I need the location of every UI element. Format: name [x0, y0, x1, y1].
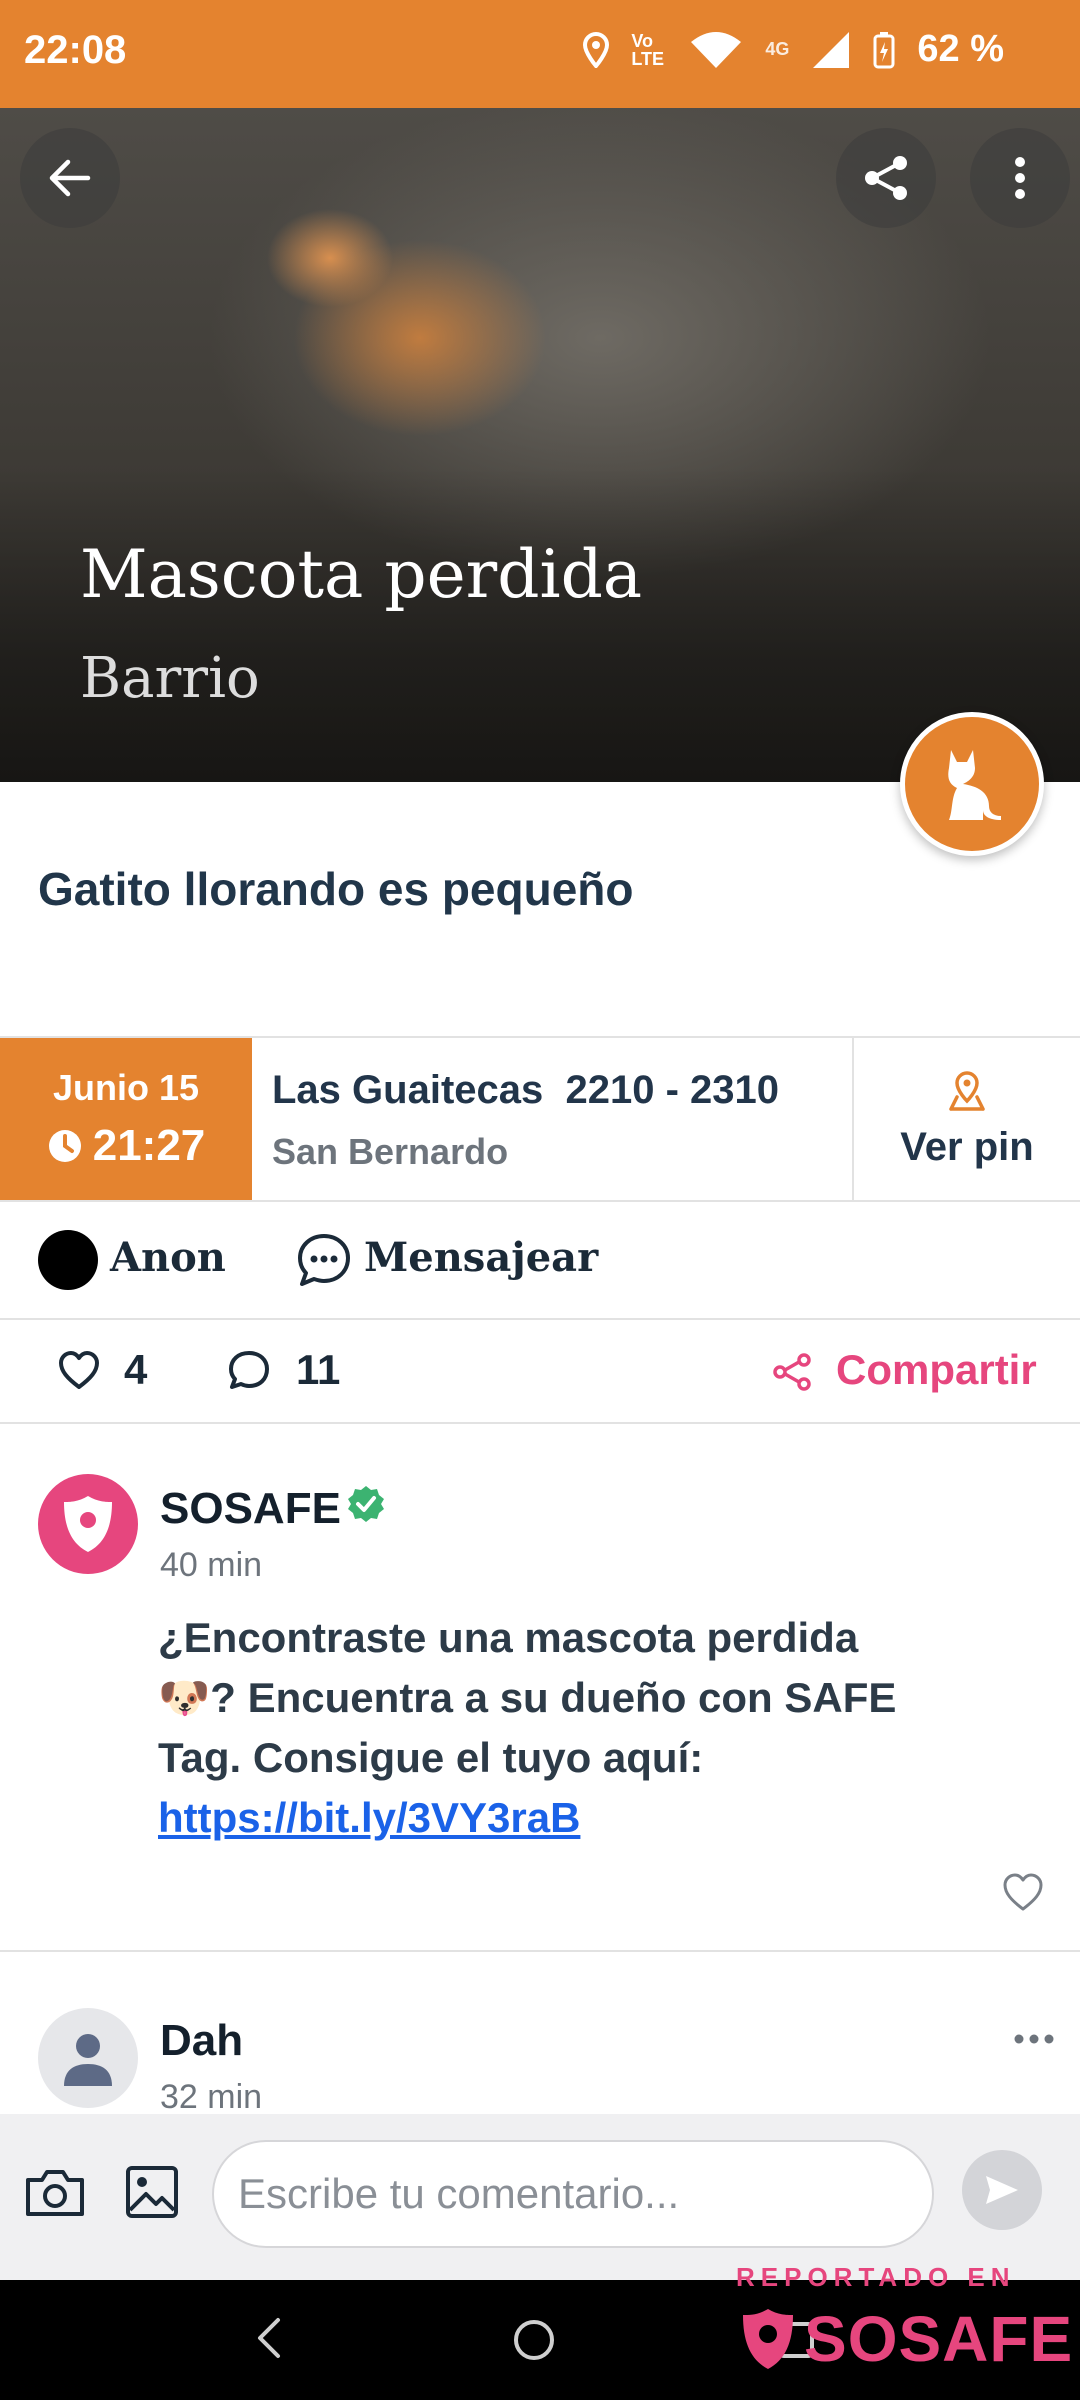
author-name[interactable]: Anon: [110, 1234, 226, 1281]
camera-icon: [26, 2170, 84, 2216]
address-block: Las Guaitecas 2210 - 2310 San Bernardo: [272, 1068, 779, 1173]
share-icon-small[interactable]: [772, 1352, 812, 1397]
watermark-brand: SOSAFE: [804, 2303, 1074, 2375]
status-time: 22:08: [24, 28, 127, 72]
signal-icon: [813, 31, 850, 68]
category-badge: [900, 712, 1044, 856]
volte-label: Vo LTE: [631, 30, 665, 69]
hero-image: Mascota perdida Barrio: [0, 108, 1080, 782]
back-button[interactable]: [20, 128, 120, 228]
comment-link[interactable]: https://bit.ly/3VY3raB: [158, 1794, 580, 1841]
post-time-wrap: 21:27: [47, 1121, 206, 1171]
gallery-button[interactable]: [124, 2164, 180, 2225]
status-bar: 22:08 Vo LTE 4G 62 %: [0, 0, 1080, 108]
share-label[interactable]: Compartir: [836, 1346, 1037, 1394]
heart-icon: [59, 1351, 99, 1389]
sosafe-logo-icon: [743, 2309, 793, 2369]
nav-home-button[interactable]: [512, 2318, 556, 2367]
comment-divider: [0, 1950, 1080, 1952]
arrow-left-icon: [49, 159, 91, 197]
comments-button[interactable]: [228, 1350, 270, 1395]
comment-author-2: Dah: [160, 2016, 244, 2065]
camera-button[interactable]: [24, 2166, 86, 2223]
send-icon: [986, 2176, 1018, 2204]
post-info-row: Junio 15 21:27 Las Guaitecas 2210 - 2310…: [0, 1036, 1080, 1202]
more-horizontal-icon: [1014, 2034, 1054, 2044]
comment-options-button[interactable]: [1014, 2032, 1054, 2050]
user-avatar: [38, 2008, 138, 2108]
nav-home-icon: [514, 2320, 554, 2360]
watermark-logo: SOSAFE: [738, 2302, 1073, 2376]
map-pin-icon: [949, 1070, 985, 1111]
comment-time: 40 min: [160, 1546, 263, 1584]
nav-back-button[interactable]: [252, 2316, 286, 2365]
sosafe-avatar: [38, 1474, 138, 1574]
likes-count: 4: [124, 1346, 148, 1393]
heart-outline-icon: [1003, 1873, 1043, 1911]
more-options-button[interactable]: [970, 128, 1070, 228]
comment-composer: [0, 2114, 1080, 2280]
wifi-icon: [691, 31, 742, 68]
person-icon: [64, 2034, 112, 2086]
address-city: San Bernardo: [272, 1131, 509, 1172]
location-icon: [583, 31, 610, 68]
comments-count: 11: [296, 1346, 341, 1393]
comment-like-button[interactable]: [1002, 1872, 1044, 1917]
comment-text-body: ¿Encontraste una mascota perdida 🐶? Encu…: [158, 1614, 897, 1781]
message-button[interactable]: [296, 1232, 352, 1293]
watermark-caption: REPORTADO EN: [736, 2262, 1016, 2292]
cat-icon: [948, 750, 1001, 820]
data-label: 4G: [765, 39, 790, 59]
comment-input[interactable]: [212, 2140, 934, 2248]
verified-badge-icon: [346, 1484, 386, 1529]
post-description: Gatito llorando es pequeño: [38, 863, 634, 915]
image-icon: [126, 2166, 178, 2218]
view-pin-label: Ver pin: [900, 1124, 1034, 1169]
address-street: Las Guaitecas 2210 - 2310: [272, 1068, 779, 1112]
comment-text: ¿Encontraste una mascota perdida 🐶? Encu…: [158, 1608, 918, 1848]
comment-time-2: 32 min: [160, 2078, 263, 2116]
chat-bubble-icon: [298, 1234, 350, 1286]
author-row: Anon Mensajear: [0, 1198, 1080, 1320]
share-outline-icon: [773, 1353, 811, 1391]
status-icons: Vo LTE 4G 62 %: [583, 28, 1004, 71]
like-button[interactable]: [58, 1350, 100, 1395]
sosafe-shield-icon: [64, 1496, 112, 1552]
send-button[interactable]: [962, 2150, 1042, 2230]
nav-back-icon: [258, 2318, 280, 2358]
clock-icon: [48, 1130, 81, 1162]
comment-icon: [229, 1351, 269, 1389]
hero-subtitle: Barrio: [80, 646, 260, 711]
date-box: Junio 15 21:27: [0, 1038, 252, 1200]
comment-author: SOSAFE: [160, 1484, 341, 1533]
author-avatar[interactable]: [38, 1230, 98, 1290]
hero-title: Mascota perdida: [80, 536, 643, 613]
share-button[interactable]: [836, 128, 936, 228]
view-pin-button[interactable]: Ver pin: [852, 1038, 1080, 1200]
post-date: Junio 15: [52, 1067, 200, 1108]
share-icon: [865, 156, 907, 200]
battery-percent: 62 %: [917, 28, 1004, 70]
post-time: 21:27: [92, 1121, 206, 1170]
engagement-row: 4 11 Compartir: [0, 1320, 1080, 1424]
battery-icon: [873, 31, 895, 68]
message-label[interactable]: Mensajear: [364, 1234, 598, 1281]
more-vertical-icon: [1015, 157, 1025, 199]
